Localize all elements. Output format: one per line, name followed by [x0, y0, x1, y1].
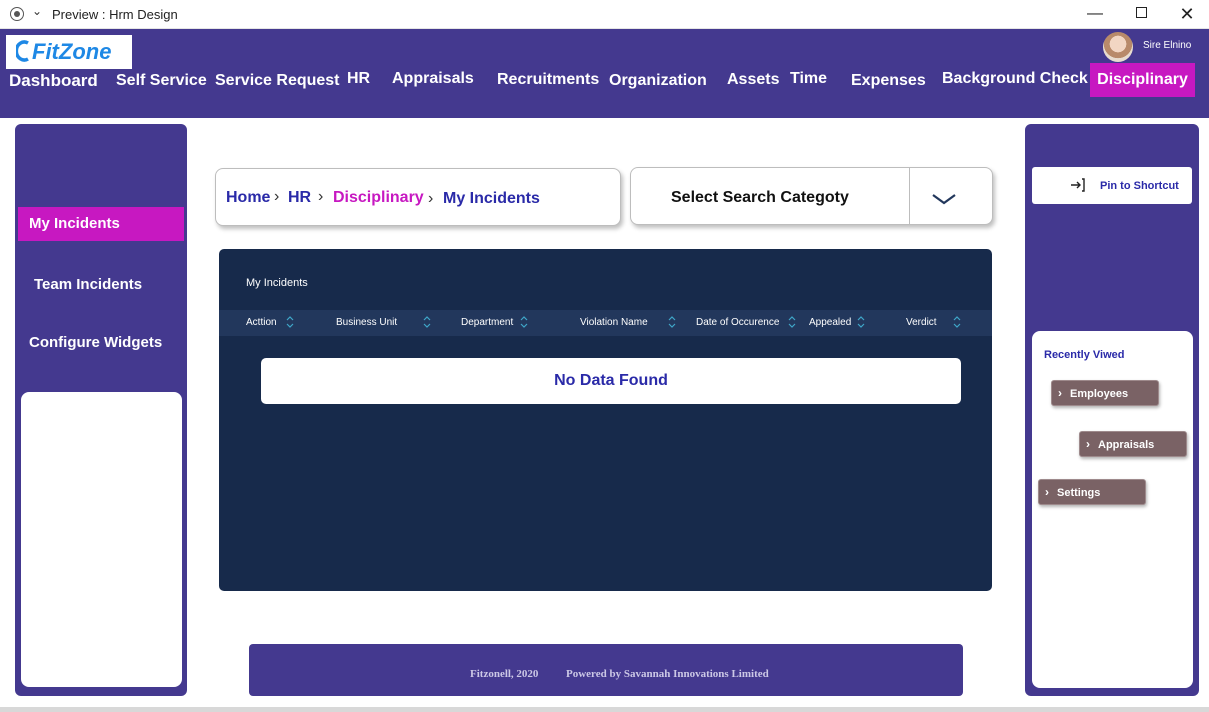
right-sidebar: Pin to Shortcut Recently Viwed › Employee…: [1025, 124, 1199, 696]
chevron-right-icon: ›: [1045, 485, 1049, 499]
breadcrumb: Home › HR › Disciplinary › My Incidents: [215, 168, 621, 226]
divider: [909, 168, 910, 224]
sidebar-item-configure-widgets[interactable]: Configure Widgets: [29, 334, 162, 351]
chevron-right-icon: ›: [1058, 386, 1062, 400]
nav-organization[interactable]: Organization: [609, 72, 707, 90]
window-titlebar: ⌄ Preview : Hrm Design — ✕: [0, 0, 1209, 29]
nav-appraisals[interactable]: Appraisals: [392, 70, 474, 88]
nav-hr[interactable]: HR: [347, 70, 370, 88]
footer-copyright: Fitzonell, 2020: [470, 668, 539, 680]
window-title: Preview : Hrm Design: [52, 7, 178, 22]
recent-item-label: Employees: [1070, 388, 1129, 400]
nav-recruitments[interactable]: Recruitments: [497, 71, 599, 89]
column-header-violation-name[interactable]: Violation Name: [580, 317, 648, 328]
chevron-right-icon: ›: [1086, 437, 1090, 451]
sort-icon[interactable]: [520, 315, 528, 329]
footer: Fitzonell, 2020 Powered by Savannah Inno…: [249, 644, 963, 696]
table-title: My Incidents: [246, 277, 308, 289]
column-header-action[interactable]: Acttion: [246, 317, 277, 328]
recent-item-employees[interactable]: › Employees: [1051, 380, 1159, 406]
nav-dashboard[interactable]: Dashboard: [9, 71, 98, 91]
empty-state-message: No Data Found: [261, 358, 961, 404]
table-header: Acttion Business Unit Department Violati…: [219, 310, 992, 336]
pin-to-shortcut-button[interactable]: Pin to Shortcut: [1032, 167, 1192, 204]
maximize-button[interactable]: [1126, 3, 1156, 25]
sort-icon[interactable]: [953, 315, 961, 329]
pin-label: Pin to Shortcut: [1100, 180, 1179, 192]
footer-powered-by: Powered by Savannah Innovations Limited: [566, 668, 769, 680]
breadcrumb-separator-icon: ›: [274, 188, 280, 205]
column-header-department[interactable]: Department: [461, 317, 513, 328]
incidents-table-panel: My Incidents Acttion Business Unit Depar…: [219, 249, 992, 591]
app-header: FitZone Sire Elnino Dashboard Self Servi…: [0, 29, 1209, 118]
nav-disciplinary[interactable]: Disciplinary: [1090, 63, 1195, 97]
breadcrumb-home[interactable]: Home: [226, 189, 270, 207]
sidebar-item-team-incidents[interactable]: Team Incidents: [34, 276, 142, 293]
column-header-verdict[interactable]: Verdict: [906, 317, 937, 328]
close-button[interactable]: ✕: [1172, 3, 1202, 25]
breadcrumb-disciplinary[interactable]: Disciplinary: [333, 189, 424, 207]
recent-item-label: Settings: [1057, 487, 1101, 499]
breadcrumb-separator-icon: ›: [318, 188, 324, 205]
logo-text: FitZone: [32, 39, 112, 64]
recently-viewed-title: Recently Viwed: [1044, 349, 1125, 361]
sort-icon[interactable]: [286, 315, 294, 329]
recent-item-appraisals[interactable]: › Appraisals: [1079, 431, 1187, 457]
logo-mark-icon: [14, 39, 30, 70]
column-header-business-unit[interactable]: Business Unit: [336, 317, 397, 328]
sort-icon[interactable]: [788, 315, 796, 329]
breadcrumb-separator-icon: ›: [428, 190, 434, 207]
app-icon: [10, 7, 24, 21]
sort-icon[interactable]: [668, 315, 676, 329]
logo[interactable]: FitZone: [6, 35, 132, 69]
sort-icon[interactable]: [423, 315, 431, 329]
chevron-down-icon[interactable]: ⌄: [32, 4, 42, 18]
column-header-date-of-occurence[interactable]: Date of Occurence: [696, 317, 779, 328]
widget-area: [21, 392, 182, 687]
nav-assets[interactable]: Assets: [727, 71, 779, 89]
column-header-appealed[interactable]: Appealed: [809, 317, 851, 328]
breadcrumb-hr[interactable]: HR: [288, 189, 311, 207]
avatar[interactable]: [1103, 32, 1133, 62]
search-category-label: Select Search Categoty: [671, 189, 849, 206]
nav-self-service[interactable]: Self Service: [116, 72, 207, 90]
left-sidebar: My Incidents Team Incidents Configure Wi…: [15, 124, 187, 696]
minimize-button[interactable]: —: [1080, 3, 1110, 25]
sidebar-item-my-incidents[interactable]: My Incidents: [18, 207, 184, 241]
nav-expenses[interactable]: Expenses: [851, 72, 926, 90]
user-name[interactable]: Sire Elnino: [1143, 40, 1191, 51]
recently-viewed-panel: Recently Viwed › Employees › Appraisals › S…: [1032, 331, 1193, 688]
maximize-icon: [1135, 7, 1147, 18]
sign-in-icon: [1071, 178, 1085, 192]
nav-service-request[interactable]: Service Request: [215, 72, 340, 90]
search-category-select[interactable]: Select Search Categoty: [630, 167, 993, 225]
nav-background-check[interactable]: Background Check: [942, 70, 1088, 88]
recent-item-settings[interactable]: › Settings: [1038, 479, 1146, 505]
nav-time[interactable]: Time: [790, 70, 827, 88]
breadcrumb-my-incidents: My Incidents: [443, 190, 540, 207]
bottom-border: [0, 707, 1209, 712]
sort-icon[interactable]: [857, 315, 865, 329]
chevron-down-icon[interactable]: [931, 188, 957, 208]
recent-item-label: Appraisals: [1098, 439, 1155, 451]
